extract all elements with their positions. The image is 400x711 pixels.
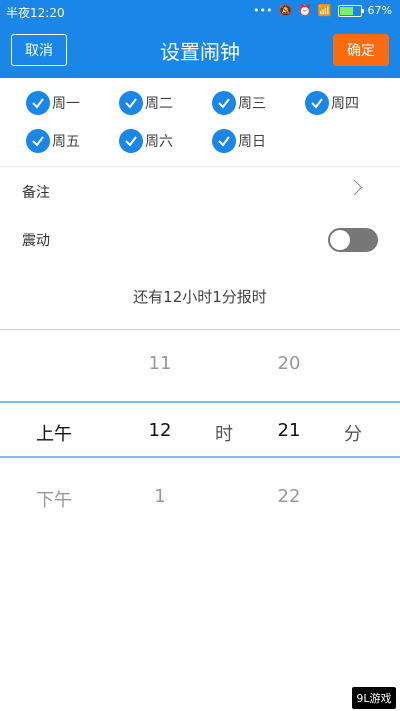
day-label: 周四: [331, 96, 359, 112]
check-icon: [212, 91, 236, 115]
check-icon: [305, 91, 329, 115]
check-icon: [119, 91, 143, 115]
app-bar: 取消 设置闹钟 确定: [0, 24, 400, 78]
battery-percent: 67%: [367, 4, 392, 17]
day-sun[interactable]: 周日: [212, 129, 266, 153]
note-row[interactable]: 备注: [0, 168, 400, 216]
day-mon[interactable]: 周一: [26, 91, 80, 115]
day-label: 周一: [52, 96, 80, 112]
ampm-selected[interactable]: 上午: [24, 420, 84, 446]
day-fri[interactable]: 周五: [26, 129, 80, 153]
status-icons: ••• 🔕 ⏰ 📶 67%: [253, 4, 392, 17]
chevron-right-icon: [346, 179, 363, 196]
toggle-knob: [330, 230, 350, 250]
minute-next[interactable]: 22: [259, 486, 319, 507]
divider: [0, 329, 400, 330]
check-icon: [212, 129, 236, 153]
day-label: 周二: [145, 96, 173, 112]
picker-top-line: [0, 401, 400, 403]
day-tue[interactable]: 周二: [119, 91, 173, 115]
day-label: 周日: [238, 134, 266, 150]
minute-unit: 分: [344, 424, 362, 445]
remaining-time-text: 还有12小时1分报时: [133, 288, 267, 306]
battery-icon: [337, 4, 364, 17]
alarm-icon: ⏰: [298, 4, 312, 17]
check-icon: [26, 129, 50, 153]
minute-selected[interactable]: 21: [259, 420, 319, 441]
status-time: 半夜12:20: [6, 6, 65, 20]
hour-selected[interactable]: 12: [130, 420, 190, 441]
day-label: 周六: [145, 134, 173, 150]
check-icon: [119, 129, 143, 153]
check-icon: [26, 91, 50, 115]
more-dots-icon: •••: [252, 4, 273, 17]
vibrate-toggle[interactable]: [328, 228, 378, 252]
minute-prev[interactable]: 20: [259, 353, 319, 374]
day-label: 周三: [238, 96, 266, 112]
status-bar: 半夜12:20 ••• 🔕 ⏰ 📶 67%: [0, 0, 400, 24]
hour-next[interactable]: 1: [130, 486, 190, 507]
day-thu[interactable]: 周四: [305, 91, 359, 115]
day-sat[interactable]: 周六: [119, 129, 173, 153]
watermark-logo: 9L游戏: [352, 687, 396, 709]
day-label: 周五: [52, 134, 80, 150]
note-label: 备注: [22, 185, 50, 201]
vibrate-label: 震动: [22, 233, 50, 249]
repeat-days: 周一 周二 周三 周四 周五 周六 周日: [0, 78, 400, 167]
dnd-icon: 🔕: [278, 4, 293, 17]
picker-bottom-line: [0, 456, 400, 458]
hour-unit: 时: [215, 424, 233, 445]
day-wed[interactable]: 周三: [212, 91, 266, 115]
signal-icon: 📶: [317, 4, 332, 17]
ampm-next[interactable]: 下午: [24, 486, 84, 512]
vibrate-row: 震动: [0, 216, 400, 264]
confirm-button[interactable]: 确定: [333, 34, 389, 66]
hour-prev[interactable]: 11: [130, 353, 190, 374]
